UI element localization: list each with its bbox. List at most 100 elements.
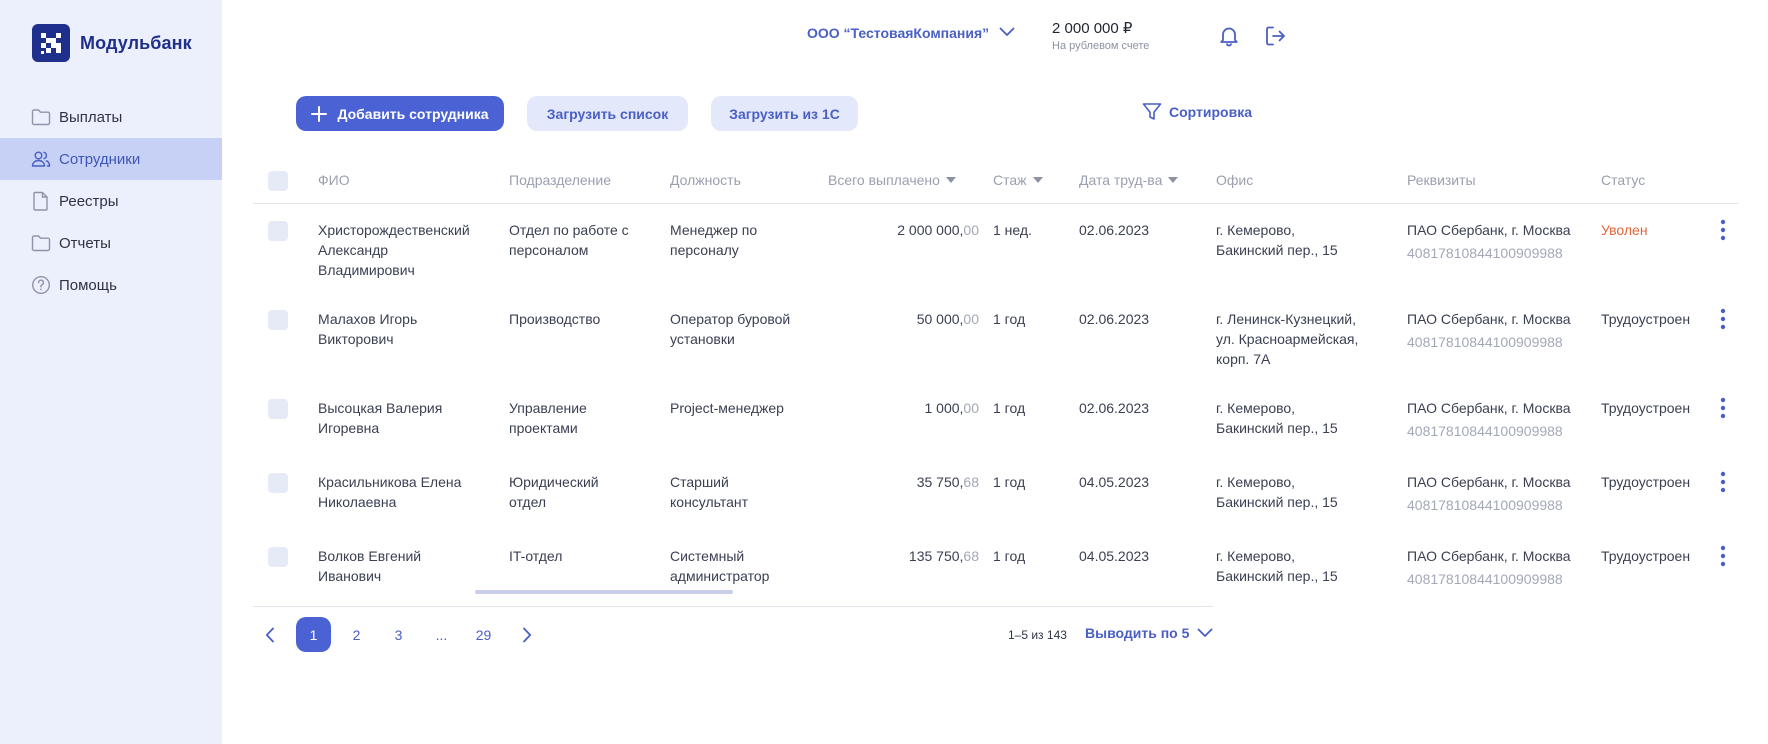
balance-note: На рублевом счете — [1052, 40, 1150, 52]
brand-logo[interactable]: Модульбанк — [32, 24, 192, 62]
office-address: г. Кемерово, Бакинский пер., 15 — [1216, 472, 1338, 512]
department-line: Производство — [509, 311, 601, 327]
chevron-down-icon — [1197, 628, 1213, 638]
more-vertical-icon[interactable] — [1713, 544, 1733, 568]
sort-label: Сортировка — [1169, 104, 1252, 120]
column-label: Всего выплачено — [828, 172, 940, 188]
more-vertical-icon[interactable] — [1713, 218, 1733, 242]
department-line: Юридический — [509, 474, 599, 490]
column-label: Статус — [1601, 172, 1646, 188]
column-header-total-paid[interactable]: Всего выплачено — [828, 172, 956, 188]
office-address: г. Кемерово, Бакинский пер., 15 — [1216, 398, 1338, 438]
total-paid: 135 750,68 — [829, 546, 979, 566]
column-header-office[interactable]: Офис — [1216, 172, 1253, 188]
amount-kopecks: 68 — [963, 474, 979, 490]
pagination-range: 1–5 из 143 — [1008, 628, 1067, 642]
column-label: Дата труд-ва — [1079, 172, 1163, 188]
sidebar-nav: Выплаты Сотрудники Реестры Отчеты Помощь — [0, 96, 222, 306]
account-number: 40817810844100909988 — [1407, 334, 1563, 350]
sidebar-item-payouts[interactable]: Выплаты — [0, 96, 222, 138]
bank-requisites: ПАО Сбербанк, г. Москва 40817810844100909… — [1407, 309, 1571, 352]
account-number: 40817810844100909988 — [1407, 423, 1563, 439]
office-address-line: г. Кемерово, — [1216, 400, 1296, 416]
sidebar-item-reports[interactable]: Отчеты — [0, 222, 222, 264]
horizontal-scrollbar[interactable] — [475, 590, 733, 594]
prev-page-button[interactable] — [257, 617, 283, 652]
column-label: Должность — [670, 172, 741, 188]
sort-caret-icon — [1032, 177, 1043, 183]
sidebar-item-help[interactable]: Помощь — [0, 264, 222, 306]
total-paid: 1 000,00 — [829, 398, 979, 418]
total-paid: 50 000,00 — [829, 309, 979, 329]
table-row[interactable]: Христорождественский Александр Владимирови… — [253, 218, 1738, 300]
row-checkbox[interactable] — [268, 310, 288, 330]
sidebar-item-registries[interactable]: Реестры — [0, 180, 222, 222]
per-page-label: Выводить по 5 — [1085, 625, 1190, 641]
office-address-line: г. Ленинск-Кузнецкий, — [1216, 311, 1356, 327]
tenure: 1 год — [993, 474, 1026, 490]
employee-name-line: Малахов Игорь — [318, 311, 418, 327]
row-checkbox[interactable] — [268, 221, 288, 241]
bank-name: ПАО Сбербанк, г. Москва — [1407, 474, 1571, 490]
select-all-checkbox[interactable] — [268, 171, 288, 191]
tenure: 1 год — [993, 548, 1026, 564]
office-address-line: г. Кемерово, — [1216, 474, 1296, 490]
table-row[interactable]: Красильникова Елена Николаевна Юридический… — [253, 470, 1738, 552]
amount-rubles: 135 750, — [908, 548, 964, 564]
column-header-tenure[interactable]: Стаж — [993, 172, 1043, 188]
column-header-department[interactable]: Подразделение — [509, 172, 611, 188]
hire-date: 04.05.2023 — [1079, 474, 1150, 490]
more-vertical-icon[interactable] — [1713, 307, 1733, 331]
sort-caret-icon — [1168, 177, 1179, 183]
status-badge: Уволен — [1601, 222, 1648, 238]
more-vertical-icon[interactable] — [1713, 396, 1733, 420]
column-header-status[interactable]: Статус — [1601, 172, 1645, 188]
bank-name: ПАО Сбербанк, г. Москва — [1407, 400, 1571, 416]
table-row[interactable]: Малахов Игорь Викторович Производство Опера… — [253, 307, 1738, 389]
table-row[interactable]: Волков Евгений Иванович IT-отдел Системный а… — [253, 544, 1738, 626]
add-employee-label: Добавить сотрудника — [337, 105, 489, 122]
sidebar-item-employees[interactable]: Сотрудники — [0, 138, 222, 180]
office-address-line: Бакинский пер., 15 — [1216, 568, 1338, 584]
row-checkbox[interactable] — [268, 547, 288, 567]
more-vertical-icon[interactable] — [1713, 470, 1733, 494]
row-checkbox[interactable] — [268, 473, 288, 493]
next-page-button[interactable] — [514, 617, 540, 652]
employee-name-line: Владимирович — [318, 262, 415, 278]
page-button-last[interactable]: 29 — [466, 617, 501, 652]
upload-1c-button[interactable]: Загрузить из 1С — [711, 96, 858, 131]
status-badge: Трудоустроен — [1601, 311, 1691, 327]
employee-name: Волков Евгений Иванович — [318, 546, 421, 586]
row-checkbox[interactable] — [268, 399, 288, 419]
page-button-2[interactable]: 2 — [339, 617, 374, 652]
bank-name: ПАО Сбербанк, г. Москва — [1407, 311, 1571, 327]
table-row[interactable]: Высоцкая Валерия Игоревна Управление проект… — [253, 396, 1738, 478]
table-footer-divider — [253, 606, 1213, 607]
department-line: Управление — [509, 400, 587, 416]
position-line: персоналу — [670, 242, 739, 258]
upload-list-button[interactable]: Загрузить список — [527, 96, 688, 131]
column-label: Стаж — [993, 172, 1027, 188]
amount-rubles: 2 000 000, — [897, 222, 964, 238]
hire-date: 02.06.2023 — [1079, 400, 1150, 416]
add-employee-button[interactable]: Добавить сотрудника — [296, 96, 504, 131]
department: Юридический отдел — [509, 472, 599, 512]
table-header: ФИО Подразделение Должность Всего выплач… — [253, 160, 1738, 204]
sort-button[interactable]: Сортировка — [1142, 102, 1252, 122]
per-page-selector[interactable]: Выводить по 5 — [1085, 625, 1213, 641]
column-header-name[interactable]: ФИО — [318, 172, 350, 188]
status-badge: Трудоустроен — [1601, 548, 1691, 564]
column-header-requisites[interactable]: Реквизиты — [1407, 172, 1476, 188]
logout-icon[interactable] — [1262, 23, 1288, 49]
company-selector[interactable]: ООО “ТестоваяКомпания” — [807, 24, 1015, 42]
chevron-right-icon — [522, 627, 532, 643]
account-number: 40817810844100909988 — [1407, 497, 1563, 513]
sidebar-item-label: Выплаты — [59, 108, 123, 126]
column-header-position[interactable]: Должность — [670, 172, 741, 188]
bell-icon[interactable] — [1216, 23, 1242, 49]
column-header-hire-date[interactable]: Дата труд-ва — [1079, 172, 1179, 188]
department: Управление проектами — [509, 398, 587, 438]
page-button-1[interactable]: 1 — [296, 617, 331, 652]
page-button-3[interactable]: 3 — [381, 617, 416, 652]
department: Производство — [509, 309, 600, 329]
